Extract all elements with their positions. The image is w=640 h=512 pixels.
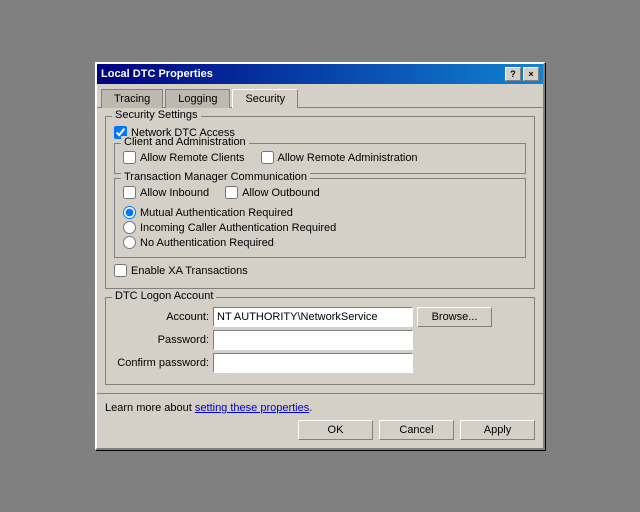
account-label: Account:: [114, 311, 209, 323]
confirm-password-label: Confirm password:: [114, 357, 209, 369]
account-input[interactable]: [213, 307, 413, 327]
tab-tracing[interactable]: Tracing: [101, 89, 163, 108]
allow-remote-admin-checkbox[interactable]: [261, 151, 274, 164]
password-row: Password:: [114, 330, 526, 350]
transaction-manager-group: Transaction Manager Communication Allow …: [114, 178, 526, 258]
allow-inbound-row: Allow Inbound: [123, 186, 209, 199]
setting-properties-link[interactable]: setting these properties: [195, 402, 309, 414]
ok-button[interactable]: OK: [298, 420, 373, 440]
enable-xa-checkbox[interactable]: [114, 264, 127, 277]
allow-remote-clients-checkbox[interactable]: [123, 151, 136, 164]
confirm-password-row: Confirm password:: [114, 353, 526, 373]
password-input[interactable]: [213, 330, 413, 350]
close-button[interactable]: ×: [523, 67, 539, 81]
auth-none-label: No Authentication Required: [140, 237, 274, 249]
security-settings-group: Security Settings Network DTC Access Cli…: [105, 116, 535, 289]
browse-button[interactable]: Browse...: [417, 307, 492, 327]
auth-option-0-row: Mutual Authentication Required: [123, 206, 517, 219]
bottom-bar: Learn more about setting these propertie…: [97, 393, 543, 448]
title-bar: Local DTC Properties ? ×: [97, 64, 543, 84]
logon-account-label: DTC Logon Account: [112, 290, 216, 302]
transaction-manager-label: Transaction Manager Communication: [121, 171, 310, 183]
help-button[interactable]: ?: [505, 67, 521, 81]
account-row: Account: Browse...: [114, 307, 526, 327]
inbound-outbound-row: Allow Inbound Allow Outbound: [123, 183, 517, 202]
enable-xa-row: Enable XA Transactions: [114, 264, 526, 277]
window-title: Local DTC Properties: [101, 68, 213, 80]
allow-inbound-label: Allow Inbound: [140, 187, 209, 199]
main-window: Local DTC Properties ? × Tracing Logging…: [95, 62, 545, 450]
logon-account-group: DTC Logon Account Account: Browse... Pas…: [105, 297, 535, 385]
auth-mutual-radio[interactable]: [123, 206, 136, 219]
auth-incoming-radio[interactable]: [123, 221, 136, 234]
allow-outbound-row: Allow Outbound: [225, 186, 320, 199]
tab-security[interactable]: Security: [232, 89, 298, 108]
allow-remote-clients-label: Allow Remote Clients: [140, 152, 245, 164]
allow-outbound-label: Allow Outbound: [242, 187, 320, 199]
allow-remote-clients-row: Allow Remote Clients: [123, 151, 245, 164]
auth-option-1-row: Incoming Caller Authentication Required: [123, 221, 517, 234]
auth-none-radio[interactable]: [123, 236, 136, 249]
tab-bar: Tracing Logging Security: [97, 84, 543, 107]
auth-mutual-label: Mutual Authentication Required: [140, 207, 293, 219]
client-admin-group: Client and Administration Allow Remote C…: [114, 143, 526, 174]
allow-remote-admin-label: Allow Remote Administration: [278, 152, 418, 164]
security-settings-label: Security Settings: [112, 109, 201, 121]
allow-inbound-checkbox[interactable]: [123, 186, 136, 199]
client-admin-label: Client and Administration: [121, 136, 249, 148]
tab-logging[interactable]: Logging: [165, 89, 230, 108]
allow-outbound-checkbox[interactable]: [225, 186, 238, 199]
auth-option-2-row: No Authentication Required: [123, 236, 517, 249]
apply-button[interactable]: Apply: [460, 420, 535, 440]
password-label: Password:: [114, 334, 209, 346]
content-area: Security Settings Network DTC Access Cli…: [97, 107, 543, 393]
allow-remote-admin-row: Allow Remote Administration: [261, 151, 418, 164]
enable-xa-label: Enable XA Transactions: [131, 265, 248, 277]
button-row: OK Cancel Apply: [105, 420, 535, 440]
auth-incoming-label: Incoming Caller Authentication Required: [140, 222, 336, 234]
cancel-button[interactable]: Cancel: [379, 420, 454, 440]
client-admin-options: Allow Remote Clients Allow Remote Admini…: [123, 148, 517, 167]
learn-more-text: Learn more about setting these propertie…: [105, 402, 535, 414]
title-bar-buttons: ? ×: [505, 67, 539, 81]
confirm-password-input[interactable]: [213, 353, 413, 373]
